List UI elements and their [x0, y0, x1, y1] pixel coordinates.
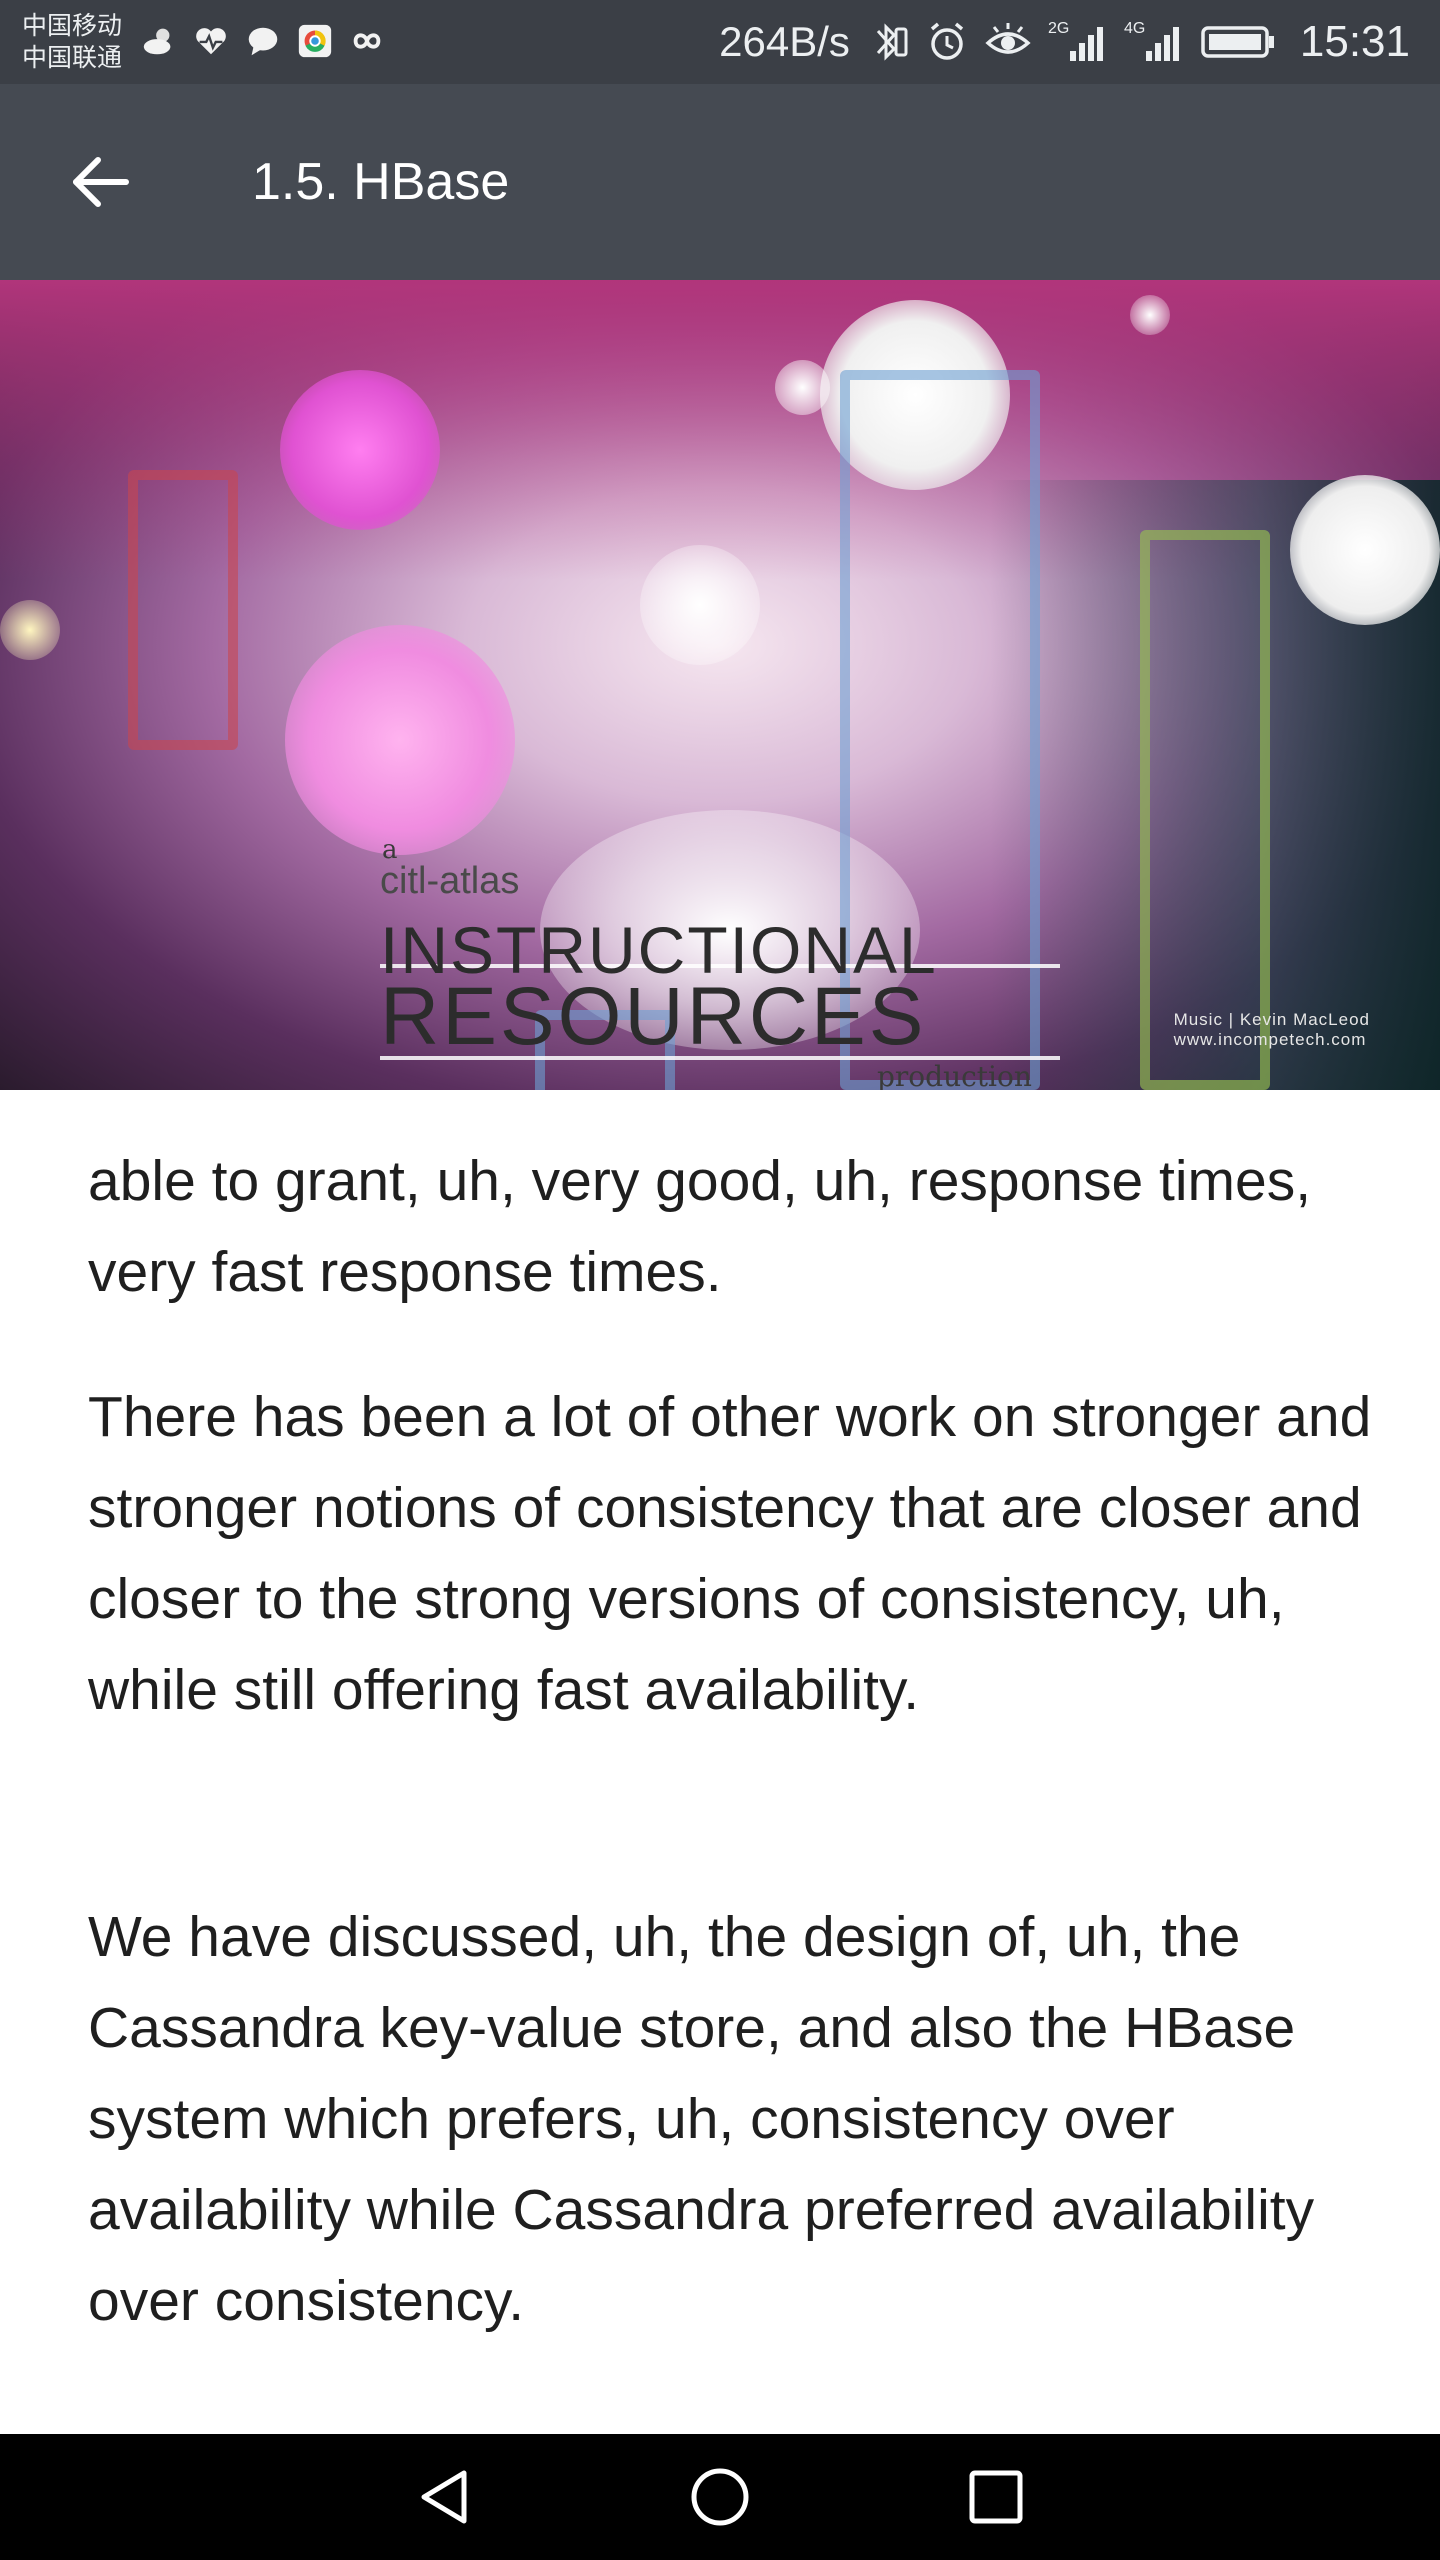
- bluetooth-vibrate-icon: [876, 23, 908, 61]
- bokeh-bubble: [1290, 475, 1440, 625]
- arrow-left-icon: [73, 157, 129, 207]
- signal-4g-label: 4G: [1124, 20, 1145, 37]
- clock: 15:31: [1299, 17, 1410, 66]
- notification-icons: [140, 22, 386, 60]
- transcript-paragraph: There has been a lot of other work on st…: [88, 1385, 1372, 1722]
- nav-back-button[interactable]: [394, 2447, 494, 2547]
- video-line-org: citl-atlas: [380, 860, 520, 902]
- eye-comfort-icon: [985, 23, 1031, 54]
- transcript-paragraph: able to grant, uh, very good, uh, respon…: [88, 1149, 1312, 1304]
- infinity-icon: [353, 33, 381, 49]
- carrier-2: 中国联通: [22, 44, 123, 72]
- video-credit-2: www.incompetech.com: [1173, 1030, 1367, 1049]
- video-line-prod: production: [877, 1060, 1032, 1090]
- circle-home-icon: [691, 2468, 749, 2526]
- video-credit-1: Music | Kevin MacLeod: [1173, 1010, 1370, 1029]
- carrier-labels: 中国移动 中国联通: [22, 10, 122, 74]
- nav-home-button[interactable]: [670, 2447, 770, 2547]
- navigation-bar: [0, 2434, 1440, 2560]
- square-recents-icon: [969, 2470, 1023, 2524]
- weather-icon: [143, 28, 171, 55]
- bokeh-bubble: [285, 625, 515, 855]
- video-credit: Music | Kevin MacLeod www.incompetech.co…: [1174, 1010, 1370, 1050]
- status-right: 264B/s 2G 4G 15:31: [719, 0, 1410, 84]
- signal-2g-icon: 2G: [1048, 20, 1103, 61]
- health-icon: [196, 28, 226, 55]
- page-title: 1.5. HBase: [252, 153, 510, 211]
- app-bar: 1.5. HBase: [0, 84, 1440, 280]
- bokeh-bubble: [1130, 295, 1170, 335]
- chat-icon: [248, 27, 278, 56]
- signal-2g-label: 2G: [1048, 20, 1069, 37]
- status-bar: 中国移动 中国联通 264B/s 2G 4G 15:31: [0, 0, 1440, 84]
- video-line-2: RESOURCES: [380, 971, 927, 1062]
- bokeh-bubble: [775, 360, 830, 415]
- battery-icon: [1201, 26, 1274, 58]
- alarm-icon: [930, 22, 964, 60]
- net-speed: 264B/s: [719, 18, 850, 65]
- nav-recents-button[interactable]: [946, 2447, 1046, 2547]
- carrier-1: 中国移动: [22, 12, 123, 40]
- film-strip: [1140, 530, 1270, 1090]
- transcript[interactable]: able to grant, uh, very good, uh, respon…: [0, 1090, 1440, 2434]
- bokeh-bubble: [280, 370, 440, 530]
- triangle-back-icon: [421, 2470, 467, 2524]
- transcript-paragraph: We have discussed, uh, the design of, uh…: [88, 1905, 1315, 2333]
- browser-icon: [298, 24, 332, 58]
- signal-4g-icon: 4G: [1124, 20, 1179, 61]
- bokeh-bubble: [0, 600, 60, 660]
- video-player[interactable]: a citl-atlas INSTRUCTIONAL RESOURCES pro…: [0, 280, 1440, 1090]
- bokeh-bubble: [640, 545, 760, 665]
- back-button[interactable]: [60, 142, 140, 222]
- film-strip: [128, 470, 238, 750]
